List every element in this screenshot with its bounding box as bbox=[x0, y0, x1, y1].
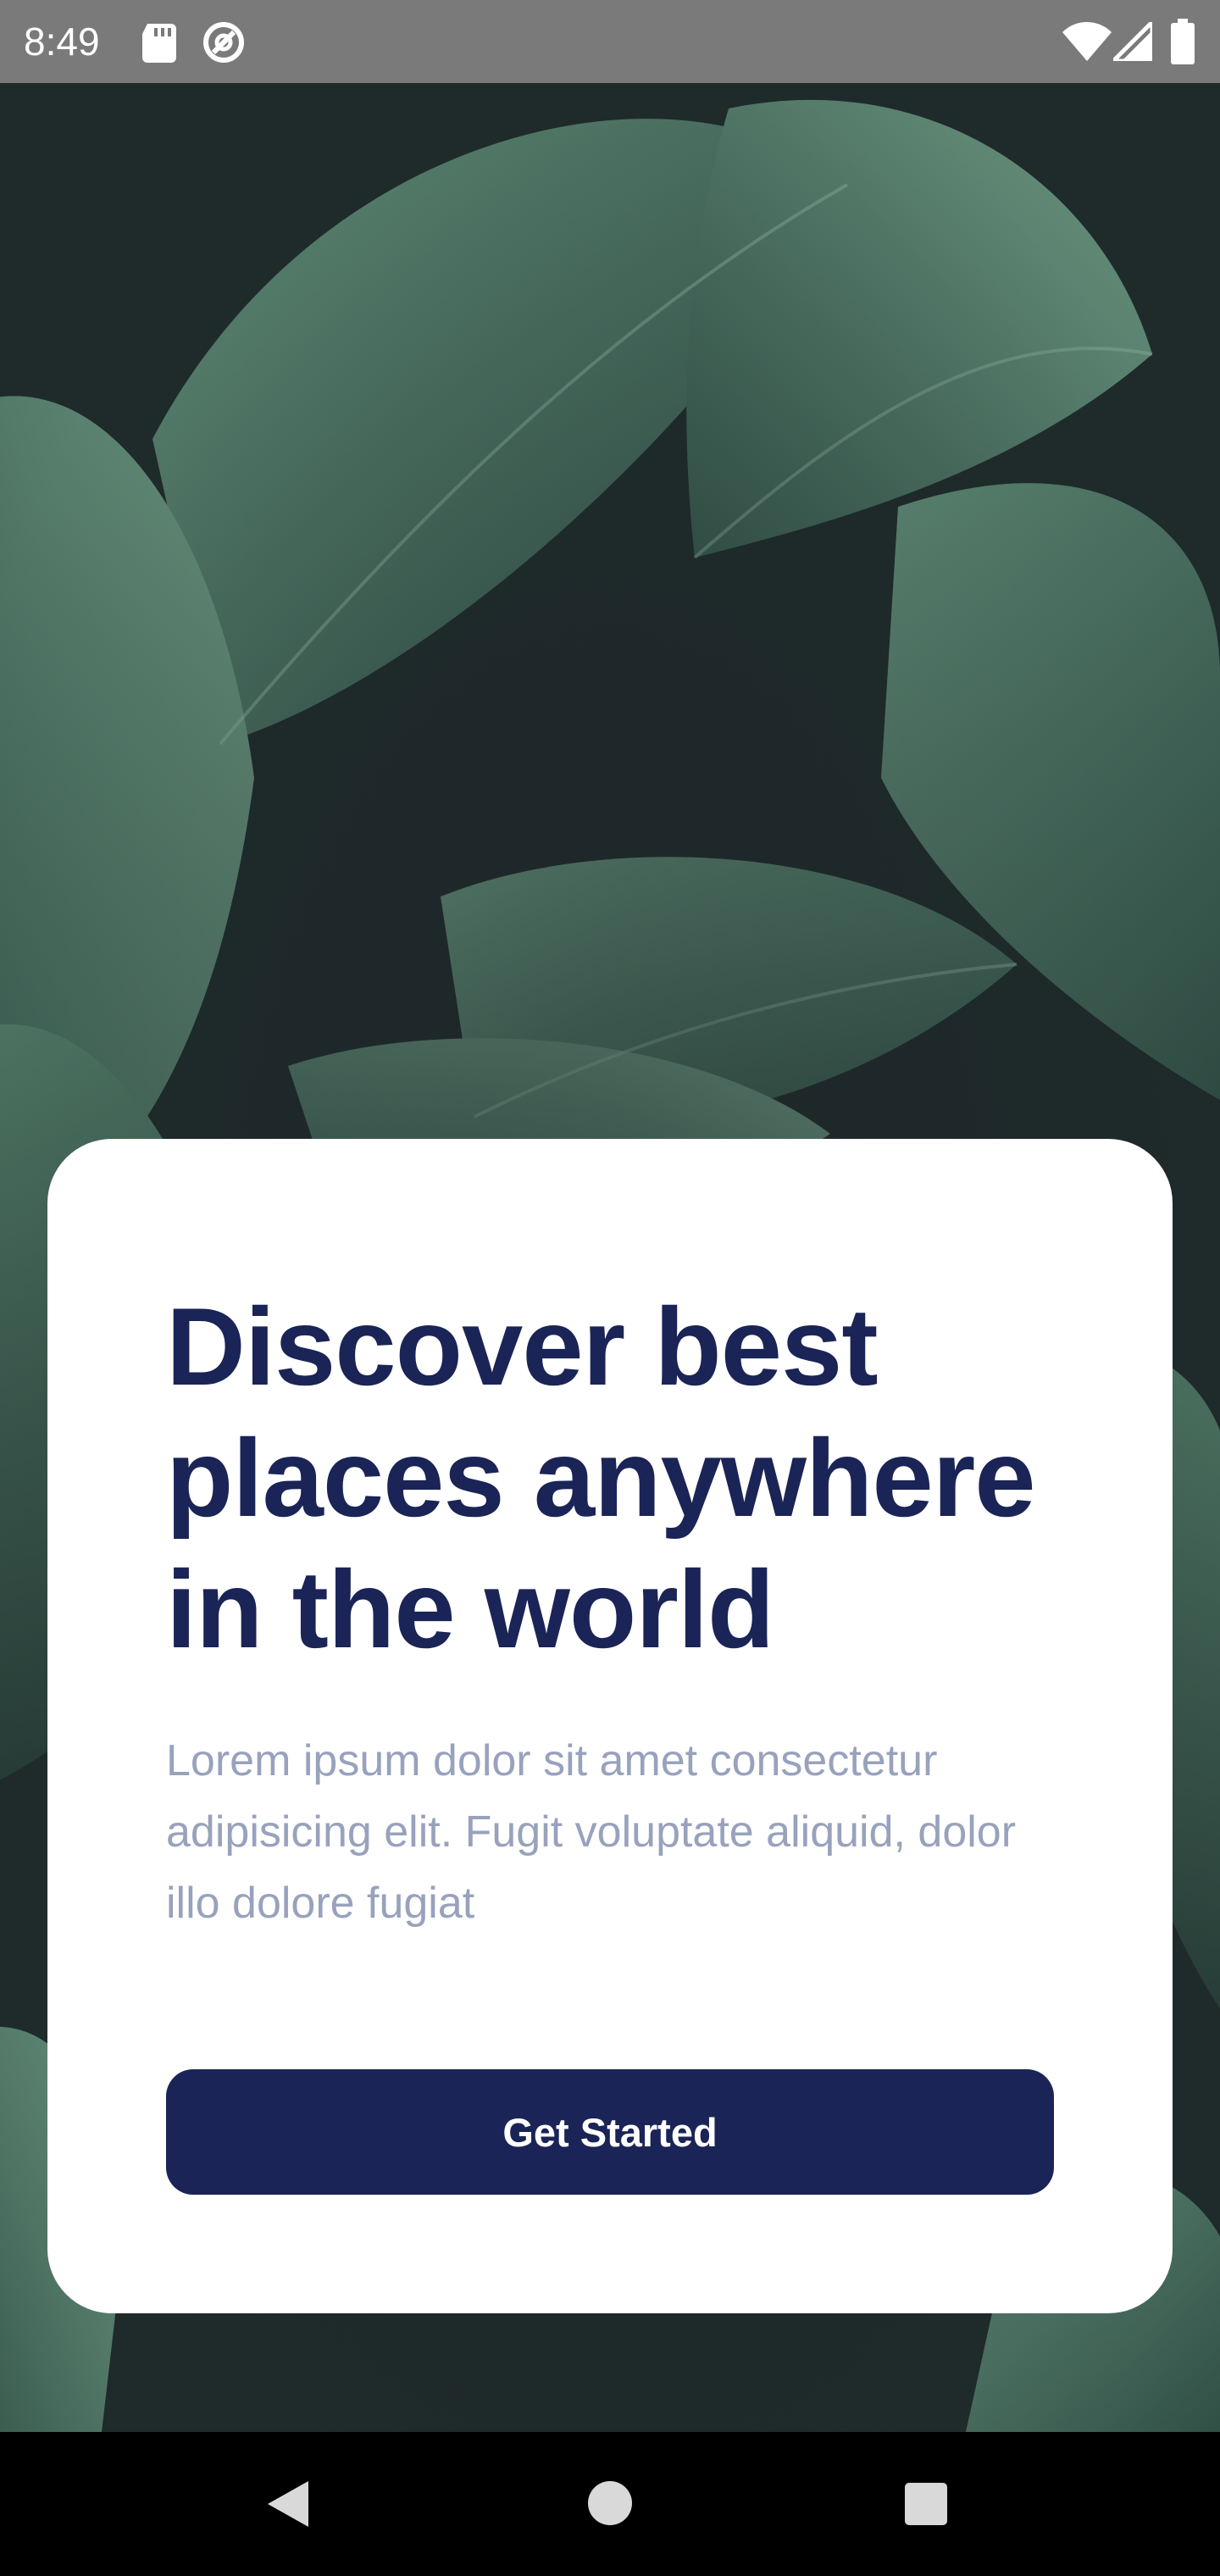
recents-icon[interactable] bbox=[903, 2481, 949, 2527]
home-icon[interactable] bbox=[586, 2479, 634, 2527]
onboarding-card: Discover best places anywhere in the wor… bbox=[47, 1139, 1173, 2313]
status-bar: 8:49 bbox=[0, 0, 1220, 83]
battery-icon bbox=[1171, 19, 1195, 64]
card-description: Lorem ipsum dolor sit amet consectetur a… bbox=[166, 1736, 1017, 1928]
wifi-icon bbox=[1062, 22, 1112, 61]
back-icon[interactable] bbox=[264, 2479, 313, 2529]
onboarding-screen: 8:49 Discover best places anywhere in th… bbox=[0, 0, 1220, 2576]
card-title: Discover best places anywhere in the wor… bbox=[166, 1285, 1036, 1671]
status-time: 8:49 bbox=[24, 19, 100, 64]
cell-signal-icon bbox=[1113, 22, 1152, 61]
sync-icon bbox=[203, 22, 244, 63]
sd-card-icon bbox=[142, 24, 176, 63]
get-started-button[interactable]: Get Started bbox=[166, 2069, 1054, 2195]
navigation-bar bbox=[0, 2432, 1220, 2576]
